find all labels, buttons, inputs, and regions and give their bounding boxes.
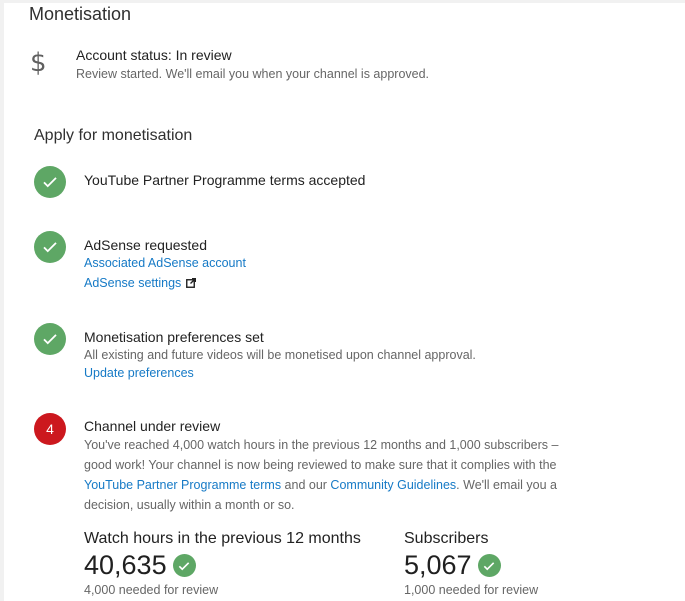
external-link-icon — [186, 278, 197, 288]
check-icon — [34, 166, 66, 198]
check-icon — [34, 323, 66, 355]
step-number-badge: 4 — [34, 413, 66, 445]
page-title: Monetisation — [29, 4, 132, 24]
step-adsense-title: AdSense requested — [84, 237, 207, 253]
review-text-part: and our — [281, 478, 331, 492]
partner-terms-link[interactable]: YouTube Partner Programme terms — [84, 478, 281, 492]
associated-adsense-link[interactable]: Associated AdSense account — [84, 256, 246, 270]
step-review-title: Channel under review — [84, 418, 221, 434]
step-terms-title: YouTube Partner Programme terms accepted — [84, 172, 366, 188]
monetisation-page: Monetisation $ Account status: In review… — [0, 0, 685, 601]
check-icon — [34, 231, 66, 263]
watch-hours-label: Watch hours in the previous 12 months — [84, 530, 361, 547]
watch-hours-value-row: 40,635 — [84, 550, 196, 581]
adsense-settings-label: AdSense settings — [84, 276, 182, 290]
account-status-description: Review started. We'll email you when you… — [76, 67, 430, 81]
community-guidelines-link[interactable]: Community Guidelines — [330, 478, 456, 492]
step-preferences-title: Monetisation preferences set — [84, 329, 264, 345]
check-icon — [172, 554, 196, 577]
review-text-part: You've reached 4,000 watch hours in the … — [84, 438, 559, 472]
adsense-settings-link[interactable]: AdSense settings — [84, 276, 197, 290]
subscribers-value: 5,067 — [404, 550, 472, 580]
top-divider — [4, 0, 685, 3]
dollar-icon: $ — [30, 48, 47, 78]
watch-hours-value: 40,635 — [84, 550, 167, 580]
apply-heading: Apply for monetisation — [34, 127, 193, 144]
check-icon — [477, 554, 501, 577]
watch-hours-requirement: 4,000 needed for review — [84, 583, 219, 597]
subscribers-value-row: 5,067 — [404, 550, 501, 581]
account-status-text: Account status: In review — [76, 47, 232, 63]
update-preferences-link[interactable]: Update preferences — [84, 366, 194, 380]
step-preferences-description: All existing and future videos will be m… — [84, 348, 476, 362]
left-divider — [0, 0, 4, 601]
subscribers-requirement: 1,000 needed for review — [404, 583, 539, 597]
subscribers-label: Subscribers — [404, 530, 489, 547]
step-review-description: You've reached 4,000 watch hours in the … — [84, 435, 564, 515]
